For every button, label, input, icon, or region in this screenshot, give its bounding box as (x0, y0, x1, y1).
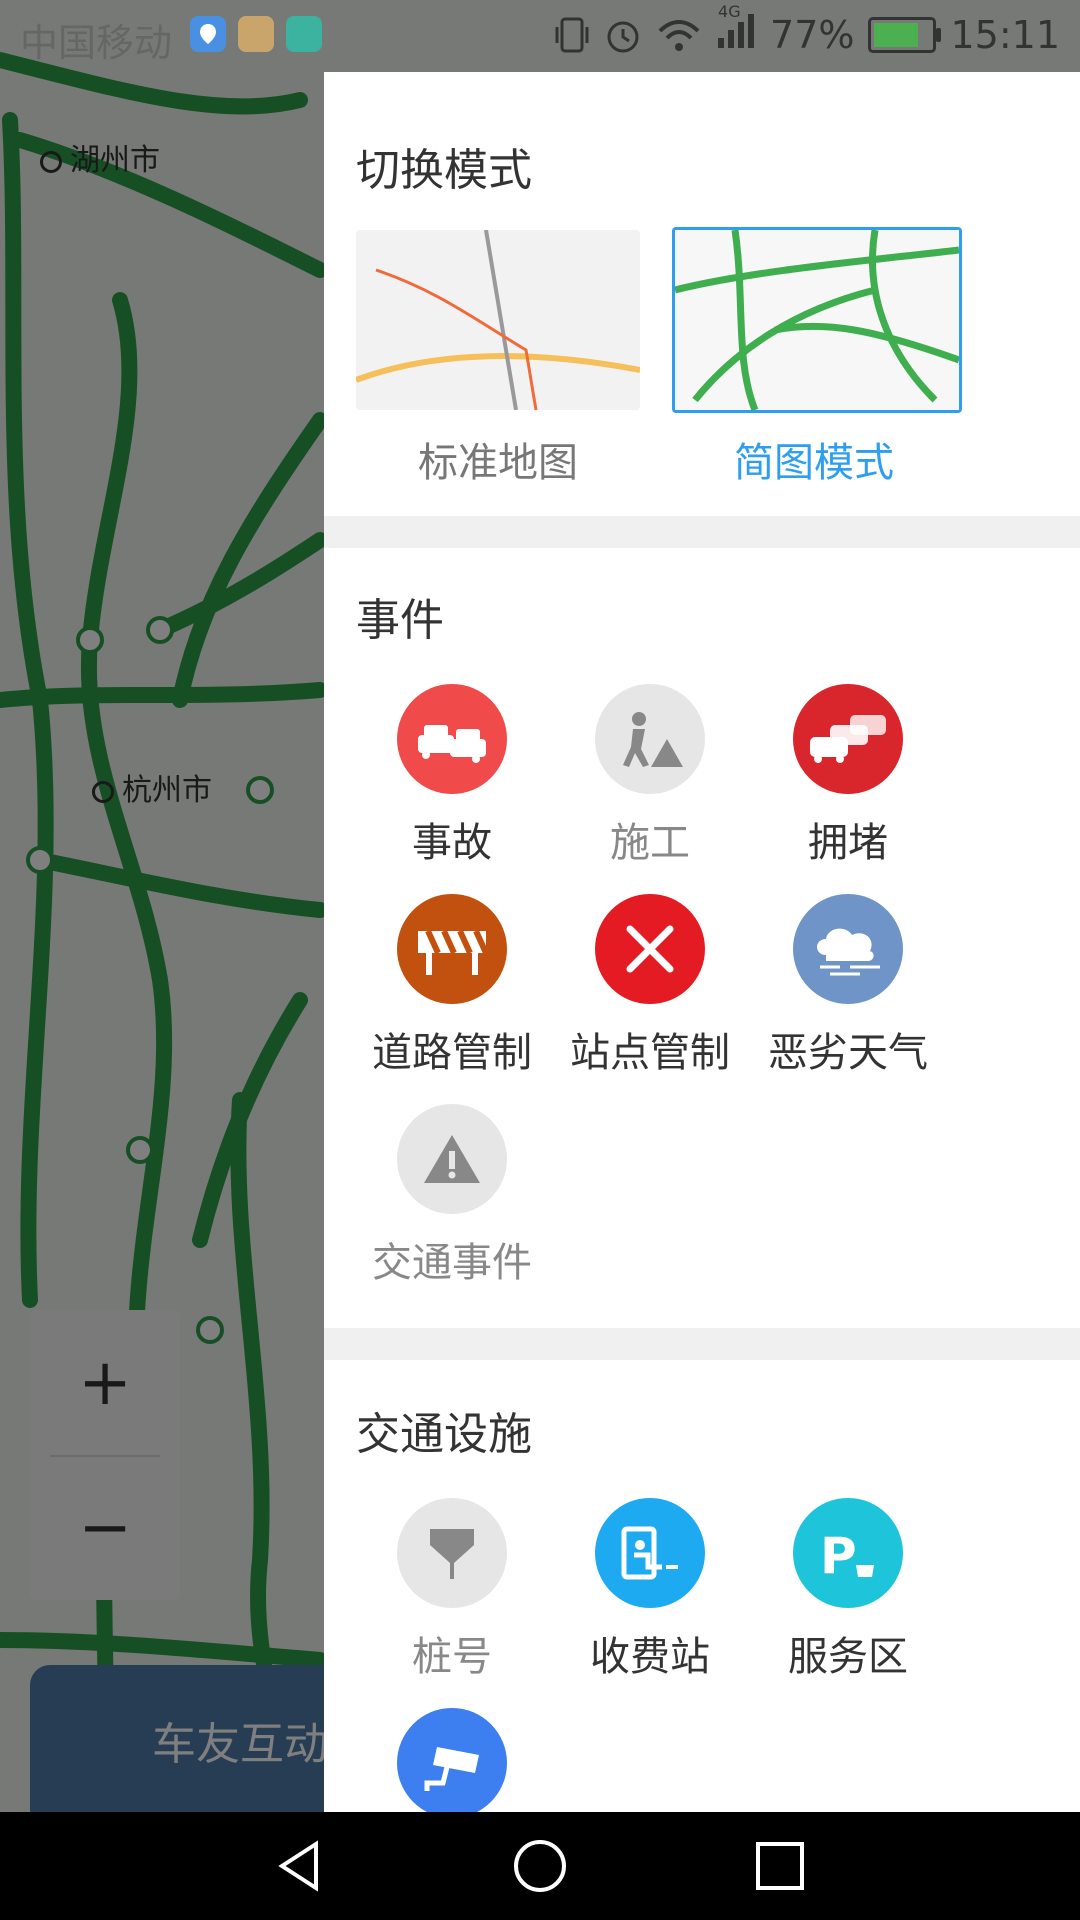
event-label: 道路管制 (372, 1030, 532, 1076)
parking-service-icon: P (793, 1498, 903, 1608)
battery-percent: 77% (770, 12, 855, 57)
construction-worker-icon (595, 684, 705, 794)
event-accident-toggle[interactable]: 事故 (352, 684, 552, 866)
event-construction-toggle[interactable]: 施工 (550, 684, 750, 866)
storm-cloud-icon (793, 894, 903, 1004)
event-label: 施工 (610, 820, 690, 866)
alarm-icon (607, 21, 639, 52)
standard-map-thumbnail[interactable] (356, 230, 640, 410)
facility-service-area-toggle[interactable]: P 服务区 (748, 1498, 948, 1680)
traffic-jam-icon (793, 684, 903, 794)
warning-triangle-icon (397, 1104, 507, 1214)
vibrate-icon (555, 17, 589, 52)
section-divider (324, 1328, 1080, 1360)
status-right: 4G 77% 15:11 (554, 2, 1060, 59)
section-divider (324, 516, 1080, 548)
event-congestion-toggle[interactable]: 拥堵 (748, 684, 948, 866)
app-notification-icon (238, 16, 274, 52)
carrier-name: 中国移动 (20, 21, 173, 65)
road-barrier-icon (397, 894, 507, 1004)
car-accident-icon (397, 684, 507, 794)
simple-map-label[interactable]: 简图模式 (654, 430, 974, 488)
toll-booth-icon (595, 1498, 705, 1608)
facility-milestone-toggle[interactable]: 桩号 (352, 1498, 552, 1680)
event-label: 交通事件 (372, 1240, 532, 1286)
traffic-camera-icon (397, 1708, 507, 1812)
milestone-icon (397, 1498, 507, 1608)
facility-label: 收费站 (590, 1634, 710, 1680)
back-icon[interactable] (272, 1838, 328, 1894)
notification-icons (190, 16, 322, 52)
facility-label: 桩号 (412, 1634, 492, 1680)
event-label: 拥堵 (808, 820, 888, 866)
simple-map-thumbnail[interactable] (672, 227, 962, 413)
system-navigation-bar (0, 1812, 1080, 1920)
facility-toll-station-toggle[interactable]: 收费站 (550, 1498, 750, 1680)
event-label: 事故 (412, 820, 492, 866)
boss-app-icon (286, 16, 322, 52)
location-icon (190, 16, 226, 52)
clock: 15:11 (950, 12, 1060, 57)
battery-icon (868, 16, 942, 53)
svg-text:P: P (820, 1527, 857, 1583)
wifi-icon (658, 19, 700, 51)
home-icon[interactable] (512, 1838, 568, 1894)
layers-drawer: 切换模式 标准地图 简图模式 事件 事故 施工 拥堵 道路管制 站点管制 恶劣天… (324, 72, 1080, 1812)
facility-camera-toggle[interactable] (352, 1708, 552, 1812)
status-bar: 中国移动 4G 77% 15:11 (0, 0, 1080, 72)
facility-label: 服务区 (788, 1634, 908, 1680)
close-icon (595, 894, 705, 1004)
network-type-badge: 4G (718, 2, 741, 21)
event-label: 站点管制 (570, 1030, 730, 1076)
standard-map-label[interactable]: 标准地图 (338, 430, 658, 488)
event-bad-weather-toggle[interactable]: 恶劣天气 (748, 894, 948, 1076)
mode-section-title: 切换模式 (356, 145, 532, 196)
events-section-title: 事件 (356, 595, 444, 646)
event-station-control-toggle[interactable]: 站点管制 (550, 894, 750, 1076)
facilities-section-title: 交通设施 (356, 1409, 532, 1460)
event-traffic-incident-toggle[interactable]: 交通事件 (352, 1104, 552, 1286)
event-road-control-toggle[interactable]: 道路管制 (352, 894, 552, 1076)
recents-icon[interactable] (752, 1838, 808, 1894)
event-label: 恶劣天气 (768, 1030, 928, 1076)
signal-icon: 4G (716, 2, 756, 59)
